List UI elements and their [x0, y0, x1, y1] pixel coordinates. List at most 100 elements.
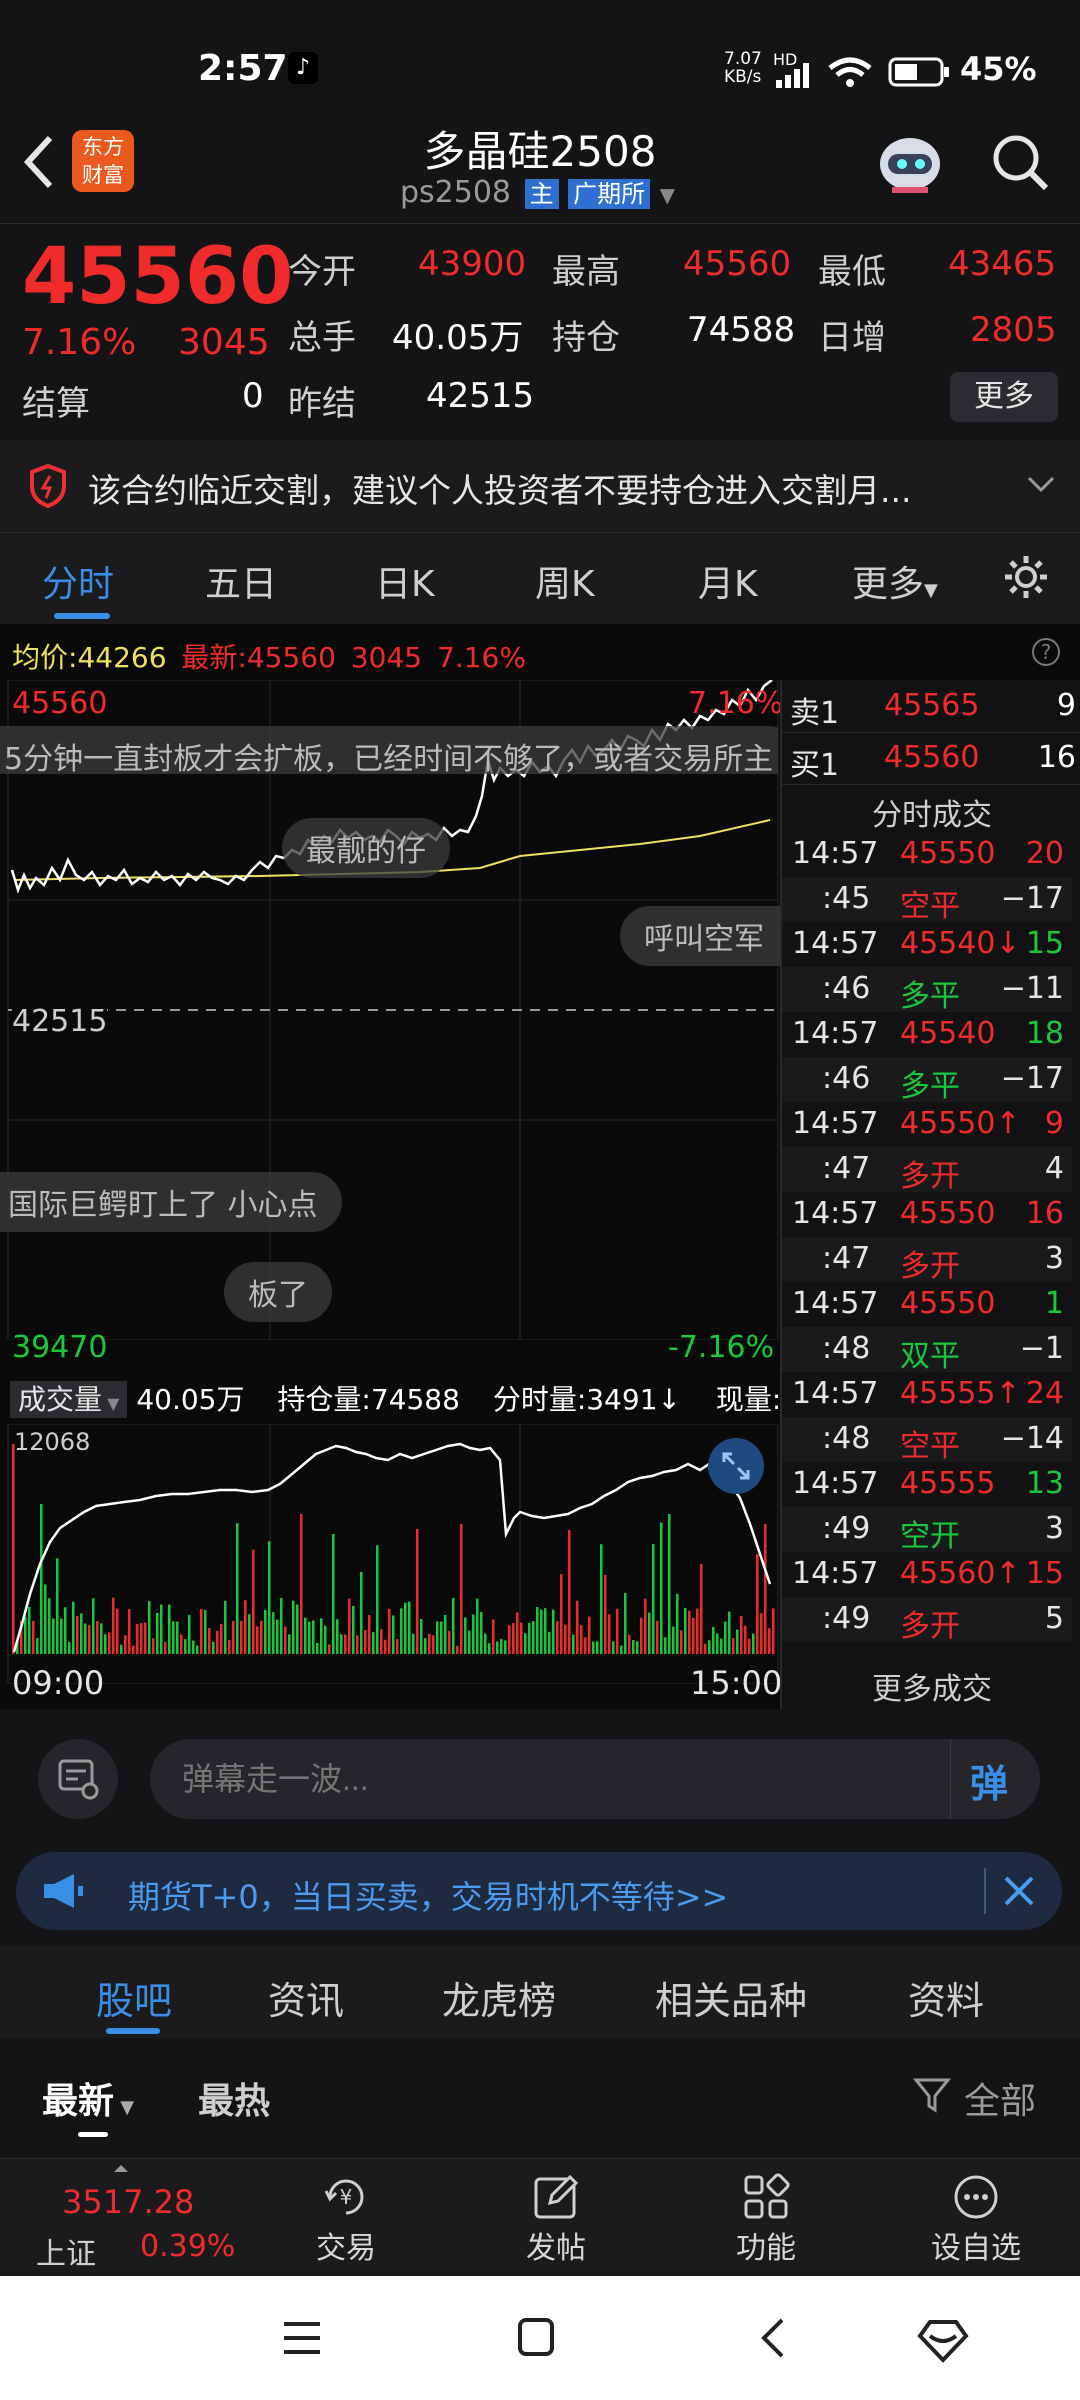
volume-chart[interactable] — [0, 1424, 780, 1684]
volume-label[interactable]: 成交量 ▼ — [10, 1381, 128, 1418]
tab-intraday[interactable]: 分时 — [42, 555, 114, 607]
intraday-price-chart[interactable] — [0, 680, 780, 1340]
tab-more[interactable]: 更多▼ — [852, 555, 938, 607]
daily-inc-value: 2805 — [970, 310, 1057, 350]
volume-bar — [292, 1600, 295, 1654]
open-value: 43900 — [418, 244, 527, 284]
filter-all[interactable]: 全部 — [964, 2072, 1036, 2124]
volume-bar — [200, 1609, 203, 1654]
contract-subtitle[interactable]: ps2508 主 广期所 ▼ — [400, 174, 700, 210]
danmaku-settings-icon — [58, 1759, 99, 1800]
search-icon[interactable] — [990, 132, 1052, 194]
chart-bottom-pct: -7.16% — [668, 1330, 775, 1365]
nav-watchlist[interactable]: 设自选 — [896, 2159, 1056, 2277]
nav-functions-label: 功能 — [736, 2231, 796, 2266]
volume-bar — [732, 1637, 735, 1654]
tab-guba[interactable]: 股吧 — [96, 1970, 172, 2025]
danmaku-input[interactable] — [180, 1755, 864, 1803]
tab-weekly-k[interactable]: 周K — [535, 555, 595, 607]
volume-bar — [704, 1643, 707, 1654]
more-quote-button[interactable]: 更多 — [950, 372, 1058, 422]
tick-time: :48 — [822, 1331, 871, 1366]
volume-bar — [468, 1630, 471, 1654]
robot-assistant-icon[interactable] — [872, 128, 948, 200]
sort-hot[interactable]: 最热 — [198, 2072, 270, 2124]
expand-chart-button[interactable] — [708, 1438, 764, 1494]
buy-1-label: 买1 — [790, 748, 840, 783]
index-ticker[interactable]: 3517.28 上证 0.39% — [0, 2159, 250, 2277]
page-title: 多晶硅2508 — [423, 127, 657, 176]
volume-bar — [160, 1604, 163, 1654]
avg-value: 44266 — [77, 641, 167, 674]
net-speed: 7.07 KB/s — [724, 49, 762, 87]
volume-header: 成交量 ▼ 40.05万 持仓量:74588 分时量:3491↓ 现量:15 — [10, 1378, 778, 1422]
close-icon[interactable] — [1002, 1874, 1036, 1908]
tick-price: 双平 — [900, 1339, 960, 1374]
prev-settle-label: 昨结 — [288, 384, 356, 424]
gear-icon[interactable] — [1002, 553, 1050, 601]
grid-icon — [744, 2173, 790, 2219]
volume-bar — [464, 1617, 467, 1654]
tick-price: 45550 — [900, 836, 996, 871]
volume-bar — [152, 1638, 155, 1654]
tick-time: 14:57 — [792, 1466, 879, 1501]
volume-now: 现量:15 — [715, 1383, 778, 1416]
low-value: 43465 — [948, 244, 1057, 284]
buy-1-row: 买1 45560 16 — [782, 732, 1080, 785]
nav-post[interactable]: 发帖 — [476, 2159, 636, 2277]
volume-bar — [384, 1639, 387, 1654]
settle-value: 0 — [242, 376, 264, 416]
nav-functions[interactable]: 功能 — [686, 2159, 846, 2277]
back-arrow-icon[interactable] — [20, 132, 60, 192]
delivery-notice[interactable]: 该合约临近交割，建议个人投资者不要持仓进入交割月... — [0, 440, 1080, 532]
order-book-panel: 卖1 45565 9 买1 45560 16 分时成交 14:57 45550 20… — [780, 680, 1080, 1710]
volume-bar — [432, 1635, 435, 1654]
volume-bar — [552, 1609, 555, 1654]
tab-profile[interactable]: 资料 — [908, 1970, 984, 2025]
avg-label: 均价: — [12, 641, 78, 674]
volume-bar — [312, 1620, 315, 1654]
chevron-down-icon[interactable] — [1026, 474, 1056, 494]
volume-bar — [628, 1634, 631, 1654]
tick-price: 45540 — [900, 1016, 996, 1051]
back-icon[interactable] — [756, 2316, 788, 2360]
tab-dragon-tiger[interactable]: 龙虎榜 — [442, 1970, 556, 2025]
danmaku-send-button[interactable]: 弹 — [970, 1753, 1008, 1808]
volume-bar — [592, 1641, 595, 1654]
sort-latest[interactable]: 最新 ▼ — [42, 2072, 134, 2124]
caret-up-icon — [114, 2165, 128, 2172]
volume-bar — [452, 1597, 455, 1654]
nav-trade[interactable]: ¥ 交易 — [266, 2159, 426, 2277]
volume-bar — [88, 1625, 91, 1654]
assistant-icon[interactable] — [916, 2312, 970, 2364]
sort-active-indicator — [78, 2132, 108, 2137]
volume-tick: 分时量:3491↓ — [492, 1383, 681, 1416]
divider — [950, 1739, 951, 1819]
tab-news[interactable]: 资讯 — [268, 1970, 344, 2025]
danmaku-settings-button[interactable] — [38, 1739, 118, 1819]
more-ticks-button[interactable]: 更多成交 — [782, 1664, 1080, 1710]
volume-bar — [328, 1644, 331, 1654]
tab-daily-k[interactable]: 日K — [375, 555, 435, 607]
volume-bar — [236, 1523, 239, 1654]
tick-row: 14:57 45540↓ 15 — [782, 922, 1072, 967]
exchange-badge: 广期所 — [568, 179, 651, 209]
promo-banner[interactable]: 期货T+0，当日买卖，交易时机不等待>> — [16, 1852, 1062, 1930]
help-icon[interactable]: ? — [1030, 636, 1062, 668]
nav-watchlist-label: 设自选 — [931, 2231, 1021, 2266]
tab-related[interactable]: 相关品种 — [655, 1970, 807, 2025]
tab-five-day[interactable]: 五日 — [205, 555, 277, 607]
volume-bar — [84, 1623, 87, 1654]
filter-icon[interactable] — [912, 2076, 952, 2116]
tab-monthly-k[interactable]: 月K — [698, 555, 758, 607]
menu-icon[interactable] — [280, 2318, 324, 2358]
volume-bar — [240, 1621, 243, 1654]
tick-qty: 15 — [1025, 1556, 1064, 1591]
tick-time: 14:57 — [792, 1286, 879, 1321]
volume-bar — [744, 1625, 747, 1654]
tick-qty: −11 — [1000, 971, 1064, 1006]
home-icon[interactable] — [516, 2316, 556, 2358]
volume-bar — [76, 1615, 79, 1654]
volume-bar — [772, 1608, 775, 1654]
volume-bar — [296, 1604, 299, 1654]
